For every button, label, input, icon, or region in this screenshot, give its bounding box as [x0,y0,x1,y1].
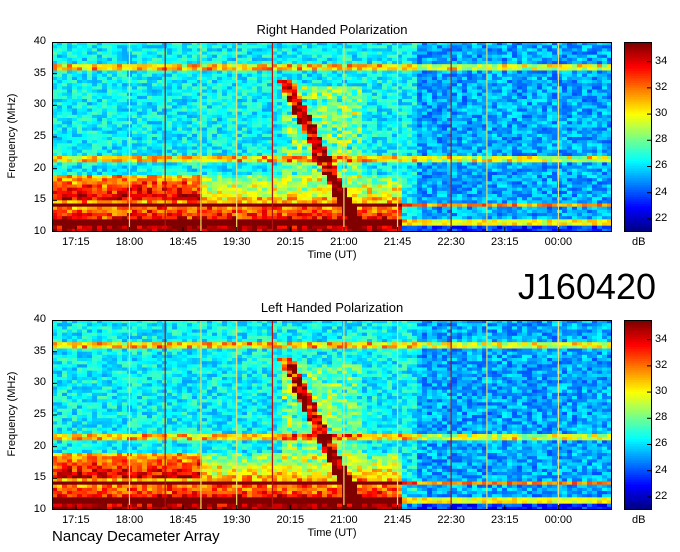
colorbar-tick-label: 32 [655,358,668,371]
chart-title: Right Handed Polarization [256,22,408,37]
x-tick-label: 00:00 [544,236,573,248]
y-tick-label: 20 [33,161,46,174]
x-tick-label: 18:00 [115,236,144,248]
colorbar-tick-label: 28 [655,133,668,146]
y-tick-label: 35 [33,66,46,79]
colorbar-tick-label: 32 [655,80,668,93]
x-tick-label: 22:30 [437,236,465,248]
y-axis-label: Frequency (MHz) [6,93,18,179]
x-tick-label: 18:45 [169,514,197,526]
y-tick-label: 10 [33,503,46,515]
spectrogram-plot [52,320,612,510]
colorbar-tick-label: 30 [655,385,668,398]
x-tick-label: 23:15 [491,514,519,526]
colorbar-tick-label: 34 [655,332,668,345]
colorbar-tick-label: 22 [655,211,668,224]
y-tick-label: 15 [33,471,46,484]
x-tick-label: 22:30 [437,514,465,526]
x-tick-label: 19:30 [222,514,251,526]
colorbar-tick-label: 34 [655,54,668,67]
y-tick-label: 10 [33,225,46,237]
y-tick-label: 40 [33,313,46,325]
x-tick-label: 17:15 [62,514,90,526]
colorbar-tick-label: 30 [655,107,668,120]
x-tick-label: 00:00 [544,514,573,526]
colorbar [624,42,652,232]
x-tick-label: 18:45 [169,236,197,248]
colorbar-tick-label: 22 [655,489,668,502]
colorbar-tick-label: 24 [655,463,668,476]
colorbar-unit-label: dB [632,514,646,526]
x-tick-label: 21:45 [383,236,412,248]
y-tick-label: 40 [33,35,46,47]
x-tick-label: 20:15 [276,514,305,526]
colorbar [624,320,652,510]
x-tick-label: 23:15 [491,236,519,248]
colorbar-unit-label: dB [632,236,646,248]
y-tick-label: 30 [33,376,46,389]
spectrogram-cells [52,42,612,232]
y-axis-label: Frequency (MHz) [6,371,18,457]
x-tick-label: 18:00 [115,514,144,526]
y-tick-label: 35 [33,344,46,357]
colorbar-tick-label: 28 [655,411,668,424]
observatory-label: Nancay Decameter Array [52,528,220,545]
colorbar-tick-label: 26 [655,159,668,172]
observation-code: J160420 [517,266,656,307]
colorbar-tick-label: 26 [655,437,668,450]
x-tick-label: 19:30 [222,236,251,248]
x-axis-label: Time (UT) [307,249,357,261]
x-tick-label: 21:00 [330,514,358,526]
x-tick-label: 21:45 [383,514,412,526]
x-tick-label: 21:00 [330,236,358,248]
y-tick-label: 25 [33,408,46,420]
y-tick-label: 15 [33,193,46,206]
y-tick-label: 25 [33,130,46,142]
spectrogram-plot [52,42,612,232]
x-tick-label: 20:15 [276,236,305,248]
y-tick-label: 20 [33,439,46,452]
colorbar-tick-label: 24 [655,185,668,198]
spectrogram-cells [52,320,612,510]
x-tick-label: 17:15 [62,236,90,248]
y-tick-label: 30 [33,98,46,111]
